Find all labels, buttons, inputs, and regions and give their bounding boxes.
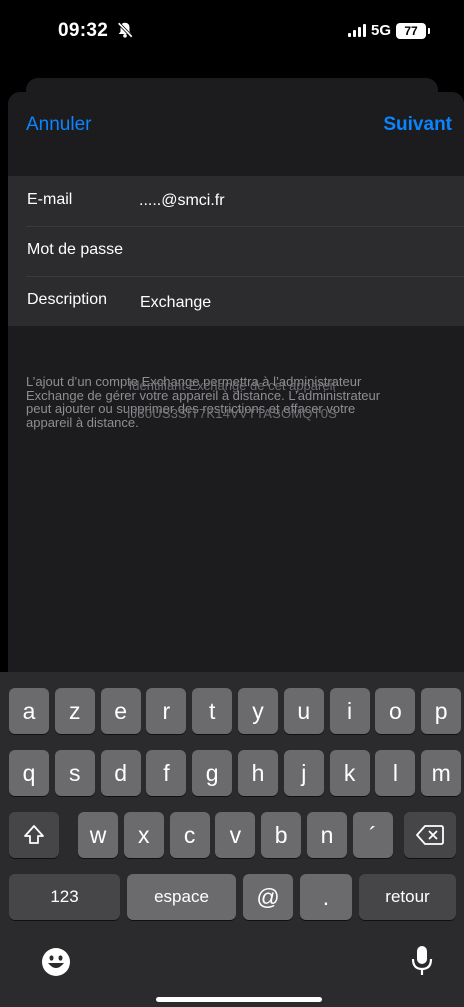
dot-key[interactable]: . [300,874,352,920]
device-id-label: Identifiant Exchange de cet appareil [128,378,336,393]
key-g[interactable]: g [192,750,233,796]
key-e[interactable]: e [100,688,141,734]
status-time: 09:32 [58,20,109,41]
return-key[interactable]: retour [359,874,456,920]
device-id-value: IJ30US3SIT7K14VVTTASOMQT0S [126,406,338,421]
key-acute[interactable]: ´ [352,812,393,858]
key-h[interactable]: h [238,750,278,796]
key-u[interactable]: u [283,688,324,734]
cellular-signal-icon [347,24,366,37]
key-q[interactable]: q [9,750,49,796]
cancel-button[interactable]: Annuler [26,114,92,136]
battery-icon: 77 [396,22,426,39]
email-label: E-mail [27,191,73,208]
keyboard: azertyuiop qsdfghjklm w x c v b n ´ 123 espace… [0,672,464,1007]
description-label: Description [27,291,108,308]
at-key[interactable]: @ [243,874,293,920]
key-a[interactable]: a [9,688,49,734]
silent-mode-icon [117,22,133,38]
key-r[interactable]: r [146,688,187,734]
shift-key[interactable] [9,812,59,858]
key-y[interactable]: y [238,688,278,734]
key-m[interactable]: m [421,750,462,796]
status-indicators: 5G 77 [347,22,430,39]
key-i[interactable]: i [329,688,370,734]
email-field[interactable]: .....@smci.fr [139,192,225,210]
key-j[interactable]: j [283,750,324,796]
password-field[interactable] [139,236,439,266]
key-x[interactable]: x [123,812,164,858]
key-v[interactable]: v [215,812,256,858]
next-button[interactable]: Suivant [383,114,452,136]
battery-nub [428,27,430,34]
key-f[interactable]: f [146,750,187,796]
key-d[interactable]: d [100,750,141,796]
email-row[interactable]: E-mail .....@smci.fr [8,176,464,226]
emoji-icon[interactable] [41,947,71,977]
shift-icon [24,825,44,844]
microphone-icon[interactable] [410,944,434,978]
space-key[interactable]: espace [127,874,236,920]
key-c[interactable]: c [169,812,210,858]
key-p[interactable]: p [421,688,462,734]
account-form: E-mail .....@smci.fr Mot de passe Descri… [8,176,464,326]
description-field[interactable]: Exchange [140,294,211,312]
numbers-key[interactable]: 123 [9,874,120,920]
description-row[interactable]: Description Exchange [8,276,464,326]
key-t[interactable]: t [192,688,233,734]
key-o[interactable]: o [375,688,416,734]
delete-key[interactable] [404,812,456,858]
key-n[interactable]: n [307,812,347,858]
password-label: Mot de passe [27,241,124,258]
key-k[interactable]: k [329,750,370,796]
key-l[interactable]: l [375,750,416,796]
key-s[interactable]: s [54,750,95,796]
status-bar: 09:32 5G 77 [0,0,464,80]
password-row[interactable]: Mot de passe [8,226,464,276]
key-w[interactable]: w [78,812,118,858]
key-b[interactable]: b [261,812,302,858]
delete-icon [416,825,444,845]
home-indicator[interactable] [156,997,322,1002]
key-z[interactable]: z [54,688,95,734]
network-type: 5G [370,22,391,39]
